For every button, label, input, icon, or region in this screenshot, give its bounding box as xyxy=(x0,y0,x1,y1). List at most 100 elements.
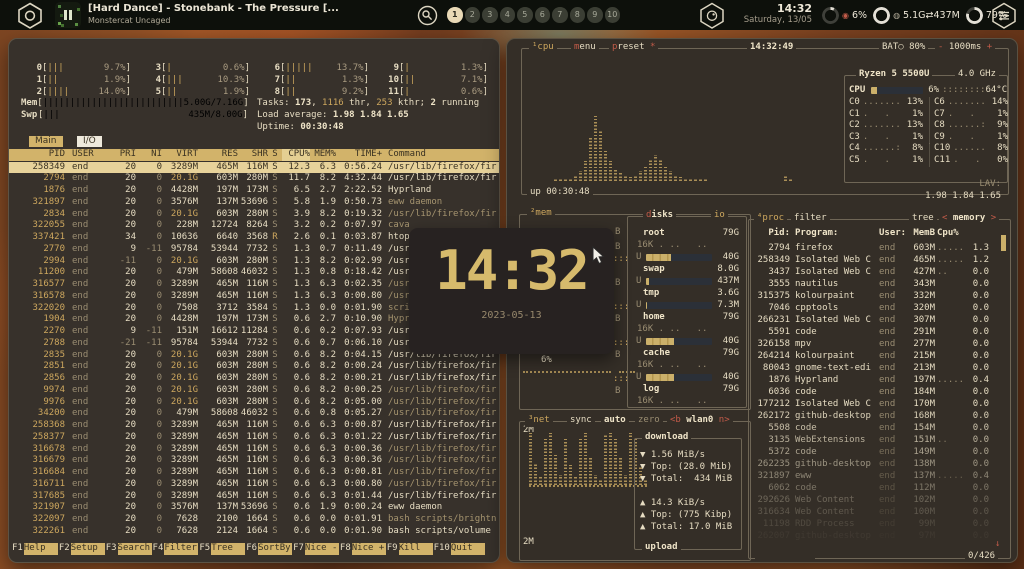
proc-row[interactable]: 7046cpptoolsend320M0.0 xyxy=(750,303,1008,315)
net-interface[interactable]: <b wlan0 n> xyxy=(667,415,733,427)
settings-hexagon-icon[interactable] xyxy=(991,2,1017,29)
cpu-box-tab[interactable]: ¹cpu xyxy=(529,42,557,54)
proc-sort-selector[interactable]: < memory > xyxy=(939,213,999,225)
proc-row[interactable]: 3437Isolated Web Cend427M..0.0 xyxy=(750,267,1008,279)
proc-select-button[interactable]: select ↓ xyxy=(755,551,815,563)
workspace-7[interactable]: 7 xyxy=(552,7,568,23)
workspace-5[interactable]: 5 xyxy=(517,7,533,23)
workspace-2[interactable]: 2 xyxy=(465,7,481,23)
process-row[interactable]: 321897end2003576M137M53696S5.81.90:50.73… xyxy=(9,197,499,209)
column-header-virt[interactable]: VIRT xyxy=(162,149,198,161)
process-row[interactable]: 2794end20020.1G603M280MS11.78.24:32.44/u… xyxy=(9,173,499,185)
workspace-9[interactable]: 9 xyxy=(587,7,603,23)
proc-row[interactable]: 80043gnome-text-ediend213M0.0 xyxy=(750,363,1008,375)
process-row[interactable]: 258377end2003289M465M116MS0.66.30:01.22/… xyxy=(9,432,499,444)
column-header-s[interactable]: S xyxy=(268,149,282,161)
net-box-tab[interactable]: ³net xyxy=(525,415,553,427)
proc-column-memb[interactable]: MemB xyxy=(905,228,935,240)
process-row[interactable]: 9976end20020.1G603M280MS0.68.20:05.00/us… xyxy=(9,397,499,409)
workspace-8[interactable]: 8 xyxy=(570,7,586,23)
proc-column-program[interactable]: Program: xyxy=(795,228,875,240)
tab-io[interactable]: I/O xyxy=(77,136,102,147)
column-header-pid[interactable]: PID xyxy=(21,149,65,161)
refresh-interval[interactable]: - 1000ms + xyxy=(935,42,995,54)
net-zero-option[interactable]: zero xyxy=(635,415,663,427)
process-row[interactable]: 258349end2003289M465M116MS12.36.30:56.24… xyxy=(9,162,499,174)
process-row[interactable]: 321907end2003576M137M53696S0.61.90:00.24… xyxy=(9,502,499,514)
workspace-4[interactable]: 4 xyxy=(500,7,516,23)
proc-row[interactable]: 326158mpvend277M0.0 xyxy=(750,339,1008,351)
fkey-f4[interactable]: F4Filter xyxy=(152,543,199,555)
net-auto-option[interactable]: auto xyxy=(601,415,629,427)
proc-row[interactable]: 262007github-desktopend97M0.0 xyxy=(750,531,1008,543)
process-row[interactable]: 322261end200762821241664S0.60.00:01.90ba… xyxy=(9,526,499,538)
process-row[interactable]: 316684end2003289M465M116MS0.66.30:00.81/… xyxy=(9,467,499,479)
process-row[interactable]: 2834end20020.1G603M280MS3.98.20:19.32/us… xyxy=(9,209,499,221)
disks-label[interactable]: disks xyxy=(643,210,676,222)
column-header-command[interactable]: Command xyxy=(388,149,499,161)
preset-button[interactable]: preset * xyxy=(609,42,658,54)
media-album-art[interactable] xyxy=(55,2,81,28)
proc-row[interactable]: 5508codeend154M0.0 xyxy=(750,423,1008,435)
proc-column-pid[interactable]: Pid: xyxy=(750,228,790,240)
proc-scrollbar-thumb[interactable] xyxy=(1001,235,1006,251)
process-row[interactable]: 316679end2003289M465M116MS0.66.30:00.36/… xyxy=(9,455,499,467)
fkey-f3[interactable]: F3Search xyxy=(105,543,152,555)
workspace-1[interactable]: 1 xyxy=(447,7,463,23)
fkey-f6[interactable]: F6SortBy xyxy=(245,543,292,555)
proc-row[interactable]: 321897ewwend137M.........0.4 xyxy=(750,471,1008,483)
fkey-f10[interactable]: F10Quit xyxy=(433,543,485,555)
proc-row[interactable]: 6036codeend184M0.0 xyxy=(750,387,1008,399)
fkey-f9[interactable]: F9Kill xyxy=(386,543,433,555)
fkey-f7[interactable]: F7Nice - xyxy=(292,543,339,555)
proc-row[interactable]: 266231Isolated Web Cend307M0.0 xyxy=(750,315,1008,327)
proc-row[interactable]: 5372codeend149M0.0 xyxy=(750,447,1008,459)
column-header-ni[interactable]: NI xyxy=(136,149,162,161)
proc-column-cpu[interactable]: Cpu% ↑ xyxy=(937,228,963,240)
fkey-f1[interactable]: F1Help xyxy=(11,543,58,555)
proc-row[interactable]: 3555nautilusend343M0.0 xyxy=(750,279,1008,291)
column-header-time[interactable]: TIME+ xyxy=(336,149,382,161)
process-row[interactable]: 9974end20020.1G603M280MS0.68.20:00.25/us… xyxy=(9,385,499,397)
process-row[interactable]: 1876end2004428M197M173MS6.52.72:22.52Hyp… xyxy=(9,185,499,197)
proc-row[interactable]: 177212Isolated Web Cend170M0.0 xyxy=(750,399,1008,411)
column-header-pri[interactable]: PRI xyxy=(106,149,136,161)
process-row[interactable]: 258368end2003289M465M116MS0.66.30:00.87/… xyxy=(9,420,499,432)
proc-row[interactable]: 315375kolourpaintend332M0.0 xyxy=(750,291,1008,303)
column-header-res[interactable]: RES xyxy=(198,149,238,161)
proc-row[interactable]: 292626Web Contentend102M0.0 xyxy=(750,495,1008,507)
column-header-shr[interactable]: SHR xyxy=(238,149,268,161)
mem-box-tab[interactable]: ²mem xyxy=(527,208,555,220)
proc-row[interactable]: 11198RDD Processend99M0.0 xyxy=(750,519,1008,531)
net-sync-option[interactable]: sync xyxy=(567,415,595,427)
fkey-f5[interactable]: F5Tree xyxy=(198,543,245,555)
proc-scroll-down-icon[interactable]: ↓ xyxy=(995,539,1000,551)
proc-row[interactable]: 6062codeend112M0.0 xyxy=(750,483,1008,495)
workspace-6[interactable]: 6 xyxy=(535,7,551,23)
process-row[interactable]: 317685end2003289M465M116MS0.66.30:01.44/… xyxy=(9,491,499,503)
process-row[interactable]: 34200end200479M5860846032S0.60.80:05.27/… xyxy=(9,408,499,420)
tab-main[interactable]: Main xyxy=(29,136,63,147)
proc-column-user[interactable]: User: xyxy=(879,228,905,240)
proc-table-header[interactable]: Pid: Program: User:MemBCpu% ↑ xyxy=(750,228,1008,240)
proc-row[interactable]: 258349Isolated Web Cend465M.........1.2 xyxy=(750,255,1008,267)
proc-row[interactable]: 262172github-desktopend168M0.0 xyxy=(750,411,1008,423)
fkey-f2[interactable]: F2Setup xyxy=(58,543,105,555)
proc-row[interactable]: 262235github-desktopend138M0.0 xyxy=(750,459,1008,471)
proc-row[interactable]: 1876Hyprlandend197M.........0.4 xyxy=(750,375,1008,387)
column-header-mem[interactable]: MEM% xyxy=(310,149,336,161)
cpu-gauge[interactable]: ◉6% xyxy=(822,7,867,24)
process-row[interactable]: 322097end200762821001664S0.60.00:01.91ba… xyxy=(9,514,499,526)
workspace-10[interactable]: 10 xyxy=(605,7,621,23)
disks-io-label[interactable]: io xyxy=(711,210,728,222)
process-row[interactable]: 316678end2003289M465M116MS0.66.30:00.36/… xyxy=(9,444,499,456)
column-header-cpu[interactable]: CPU% xyxy=(282,149,310,161)
media-title[interactable]: [Hard Dance] - Stonebank - The Pressure … xyxy=(88,3,339,14)
proc-tree-toggle[interactable]: tree xyxy=(909,213,937,225)
workspace-3[interactable]: 3 xyxy=(482,7,498,23)
process-row[interactable]: 316711end2003289M465M116MS0.66.30:00.80/… xyxy=(9,479,499,491)
process-row[interactable]: 2856end20020.1G603M280MS0.68.20:00.21/us… xyxy=(9,373,499,385)
fkey-f8[interactable]: F8Nice + xyxy=(339,543,386,555)
search-icon[interactable] xyxy=(417,5,438,26)
proc-filter[interactable]: filter xyxy=(791,213,830,225)
